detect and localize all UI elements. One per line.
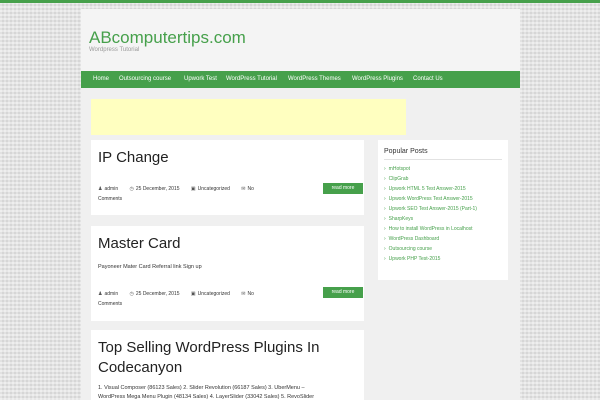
list-item[interactable]: › ClipGrab — [384, 174, 477, 184]
site-title[interactable]: ABcomputertips.com — [89, 28, 246, 48]
list-item-label[interactable]: WordPress Dashboard — [389, 236, 440, 242]
user-icon: ♟ — [98, 186, 103, 192]
user-icon: ♟ — [98, 291, 103, 297]
chevron-right-icon: › — [384, 236, 386, 242]
chevron-right-icon: › — [384, 186, 386, 192]
post-card: Master Card Payoneer Mater Card Referral… — [91, 226, 364, 321]
list-item[interactable]: › Upwork WordPress Test Answer-2015 — [384, 194, 477, 204]
clock-icon: ◷ — [129, 291, 134, 297]
post-title[interactable]: Top Selling WordPress Plugins In — [98, 338, 320, 358]
post-author[interactable]: admin — [104, 291, 118, 297]
post-comments[interactable]: No — [247, 186, 253, 192]
site-tagline: Wordpress Tutorial — [89, 47, 140, 53]
list-item[interactable]: › How to install WordPress in Localhost — [384, 224, 477, 234]
folder-icon: ▣ — [190, 291, 196, 297]
list-item-label[interactable]: Upwork WordPress Test Answer-2015 — [389, 196, 473, 202]
list-item[interactable]: › Upwork SEO Test Answer-2015 (Part-1) — [384, 204, 477, 214]
post-category[interactable]: Uncategorized — [198, 291, 230, 297]
chevron-right-icon: › — [384, 226, 386, 232]
chevron-right-icon: › — [384, 256, 386, 262]
nav-item-wordpress-plugins[interactable]: WordPress Plugins — [352, 71, 403, 88]
post-excerpt: 1. Visual Composer (86123 Sales) 2. Slid… — [98, 385, 305, 391]
nav-item-wordpress-themes[interactable]: WordPress Themes — [288, 71, 341, 88]
post-title-continued[interactable]: Codecanyon — [98, 358, 182, 378]
chevron-right-icon: › — [384, 176, 386, 182]
list-item[interactable]: › Outsourcing course — [384, 244, 477, 254]
list-item-label[interactable]: Upwork HTML 5 Test Answer-2015 — [389, 186, 466, 192]
list-item[interactable]: › Upwork PHP Test-2015 — [384, 254, 477, 264]
nav-item-contact-us[interactable]: Contact Us — [413, 71, 443, 88]
post-excerpt: Payoneer Mater Card Referral link Sign u… — [98, 264, 202, 270]
post-comments-label[interactable]: Comments — [98, 301, 122, 307]
chevron-right-icon: › — [384, 206, 386, 212]
list-item-label[interactable]: SharpKeys — [389, 216, 413, 222]
top-accent-bar — [0, 0, 600, 3]
widget-title: Popular Posts — [384, 148, 428, 155]
list-item-label[interactable]: Upwork SEO Test Answer-2015 (Part-1) — [389, 206, 477, 212]
folder-icon: ▣ — [190, 186, 196, 192]
popular-posts-list: › mHotspot › ClipGrab › Upwork HTML 5 Test … — [384, 164, 477, 264]
page-wrapper: ABcomputertips.com Wordpress Tutorial Ho… — [81, 9, 520, 400]
site-header: ABcomputertips.com Wordpress Tutorial — [81, 9, 520, 71]
nav-item-upwork-test[interactable]: Upwork Test — [184, 71, 217, 88]
chevron-right-icon: › — [384, 166, 386, 172]
post-comments[interactable]: No — [247, 291, 253, 297]
nav-item-outsourcing-course[interactable]: Outsourcing course — [119, 71, 171, 88]
post-date: 25 December, 2015 — [135, 291, 180, 297]
post-comments-label[interactable]: Comments — [98, 196, 122, 202]
post-card: Top Selling WordPress Plugins In Codecan… — [91, 330, 364, 400]
list-item-label[interactable]: ClipGrab — [389, 176, 409, 182]
list-item-label[interactable]: How to install WordPress in Localhost — [389, 226, 473, 232]
chevron-right-icon: › — [384, 246, 386, 252]
chevron-right-icon: › — [384, 216, 386, 222]
post-meta: ♟ admin ◷ 25 December, 2015 ▣ Uncategorized… — [98, 186, 254, 192]
list-item[interactable]: › mHotspot — [384, 164, 477, 174]
comment-icon: ✉ — [241, 291, 246, 297]
chevron-right-icon: › — [384, 196, 386, 202]
post-meta: ♟ admin ◷ 25 December, 2015 ▣ Uncategorized… — [98, 291, 254, 297]
nav-item-home[interactable]: Home — [93, 71, 109, 88]
post-author[interactable]: admin — [104, 186, 118, 192]
widget-divider — [384, 159, 502, 160]
list-item-label[interactable]: Upwork PHP Test-2015 — [389, 256, 441, 262]
list-item[interactable]: › SharpKeys — [384, 214, 477, 224]
list-item[interactable]: › Upwork HTML 5 Test Answer-2015 — [384, 184, 477, 194]
read-more-button[interactable]: read more — [323, 287, 363, 298]
main-nav: Home Outsourcing course Upwork Test Word… — [81, 71, 520, 88]
post-excerpt-continued: WordPress Mega Menu Plugin (48134 Sales)… — [98, 394, 315, 400]
nav-item-wordpress-tutorial[interactable]: WordPress Tutorial — [226, 71, 277, 88]
post-date: 25 December, 2015 — [135, 186, 180, 192]
post-title[interactable]: Master Card — [98, 234, 181, 254]
ad-banner[interactable] — [91, 99, 406, 135]
sidebar-widget-popular-posts: Popular Posts › mHotspot › ClipGrab › Upwor… — [378, 140, 508, 280]
list-item-label[interactable]: mHotspot — [389, 166, 410, 172]
read-more-button[interactable]: read more — [323, 183, 363, 194]
comment-icon: ✉ — [241, 186, 246, 192]
post-category[interactable]: Uncategorized — [198, 186, 230, 192]
post-title[interactable]: IP Change — [98, 148, 169, 168]
list-item-label[interactable]: Outsourcing course — [389, 246, 432, 252]
list-item[interactable]: › WordPress Dashboard — [384, 234, 477, 244]
post-card: IP Change ♟ admin ◷ 25 December, 2015 ▣ Unc… — [91, 140, 364, 215]
clock-icon: ◷ — [129, 186, 134, 192]
